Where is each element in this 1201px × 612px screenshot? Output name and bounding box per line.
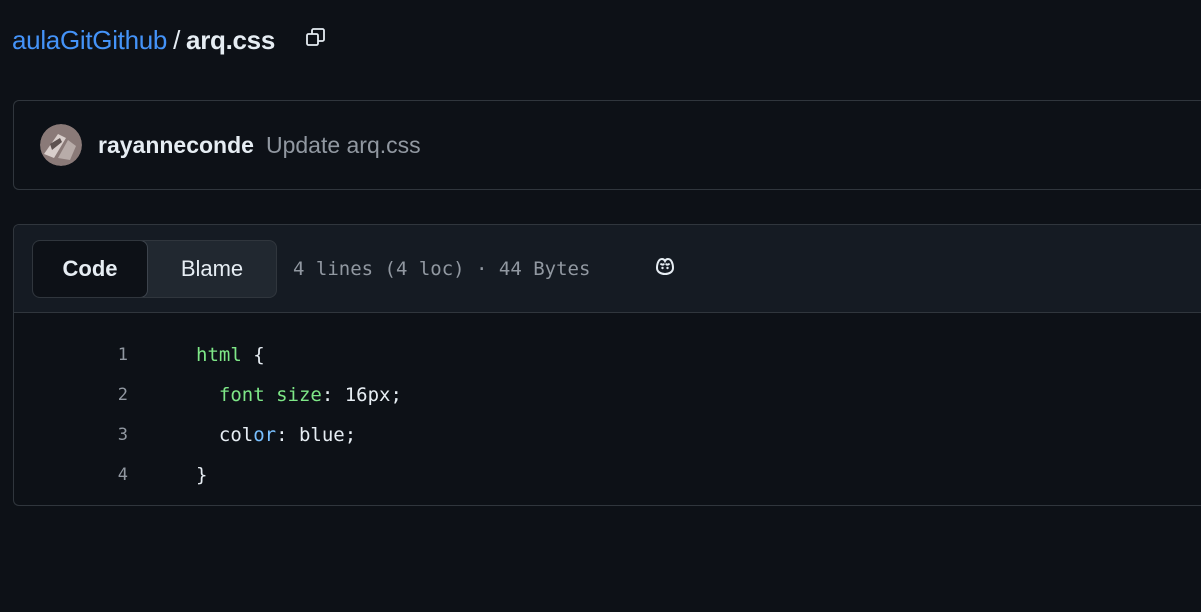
breadcrumb-file-name: arq.css [186, 24, 275, 55]
line-number[interactable]: 4 [14, 465, 128, 485]
code-line: 2 font size: 16px; [14, 375, 1201, 415]
line-content: font size: 16px; [196, 384, 402, 406]
copilot-icon [653, 254, 677, 283]
line-number[interactable]: 2 [14, 385, 128, 405]
copilot-button[interactable] [648, 252, 682, 286]
breadcrumb-separator: / [173, 24, 181, 55]
copy-icon [304, 25, 328, 56]
latest-commit-box: rayanneconde Update arq.css [13, 100, 1201, 190]
tab-blame[interactable]: Blame [148, 241, 276, 297]
line-number[interactable]: 1 [14, 345, 128, 365]
code-token: font size [196, 384, 322, 406]
file-view-page: aulaGitGithub / arq.css rayanneconde Upd… [0, 0, 1201, 612]
code-line: 4} [14, 455, 1201, 495]
code-token: : blue; [276, 424, 357, 446]
file-viewer: Code Blame 4 lines (4 loc) · 44 Bytes 1 h… [13, 224, 1201, 506]
code-line: 1 html { [14, 335, 1201, 375]
commit-author-link[interactable]: rayanneconde [98, 132, 254, 159]
code-token: col [196, 424, 254, 446]
tab-code[interactable]: Code [33, 240, 148, 297]
code-token: { [241, 344, 265, 366]
code-area: 1 html {2 font size: 16px; 3 color: blue; 4… [14, 313, 1201, 495]
line-content: html { [196, 344, 265, 366]
file-header: Code Blame 4 lines (4 loc) · 44 Bytes [14, 225, 1201, 313]
line-number[interactable]: 3 [14, 425, 128, 445]
user-avatar[interactable] [40, 124, 82, 166]
line-content: color: blue; [196, 424, 356, 446]
breadcrumb-repo-link[interactable]: aulaGitGithub [12, 25, 167, 56]
code-token: : 16px; [321, 384, 402, 406]
view-mode-toggle: Code Blame [32, 239, 277, 298]
file-info: 4 lines (4 loc) · 44 Bytes [293, 257, 591, 280]
code-line: 3 color: blue; [14, 415, 1201, 455]
code-token: } [196, 464, 208, 486]
code-token: or [253, 424, 277, 446]
line-content: } [196, 464, 207, 486]
code-token: html [196, 344, 242, 366]
commit-message-link[interactable]: Update arq.css [266, 132, 421, 159]
copy-path-button[interactable] [299, 23, 333, 57]
breadcrumb: aulaGitGithub / arq.css [12, 22, 333, 58]
